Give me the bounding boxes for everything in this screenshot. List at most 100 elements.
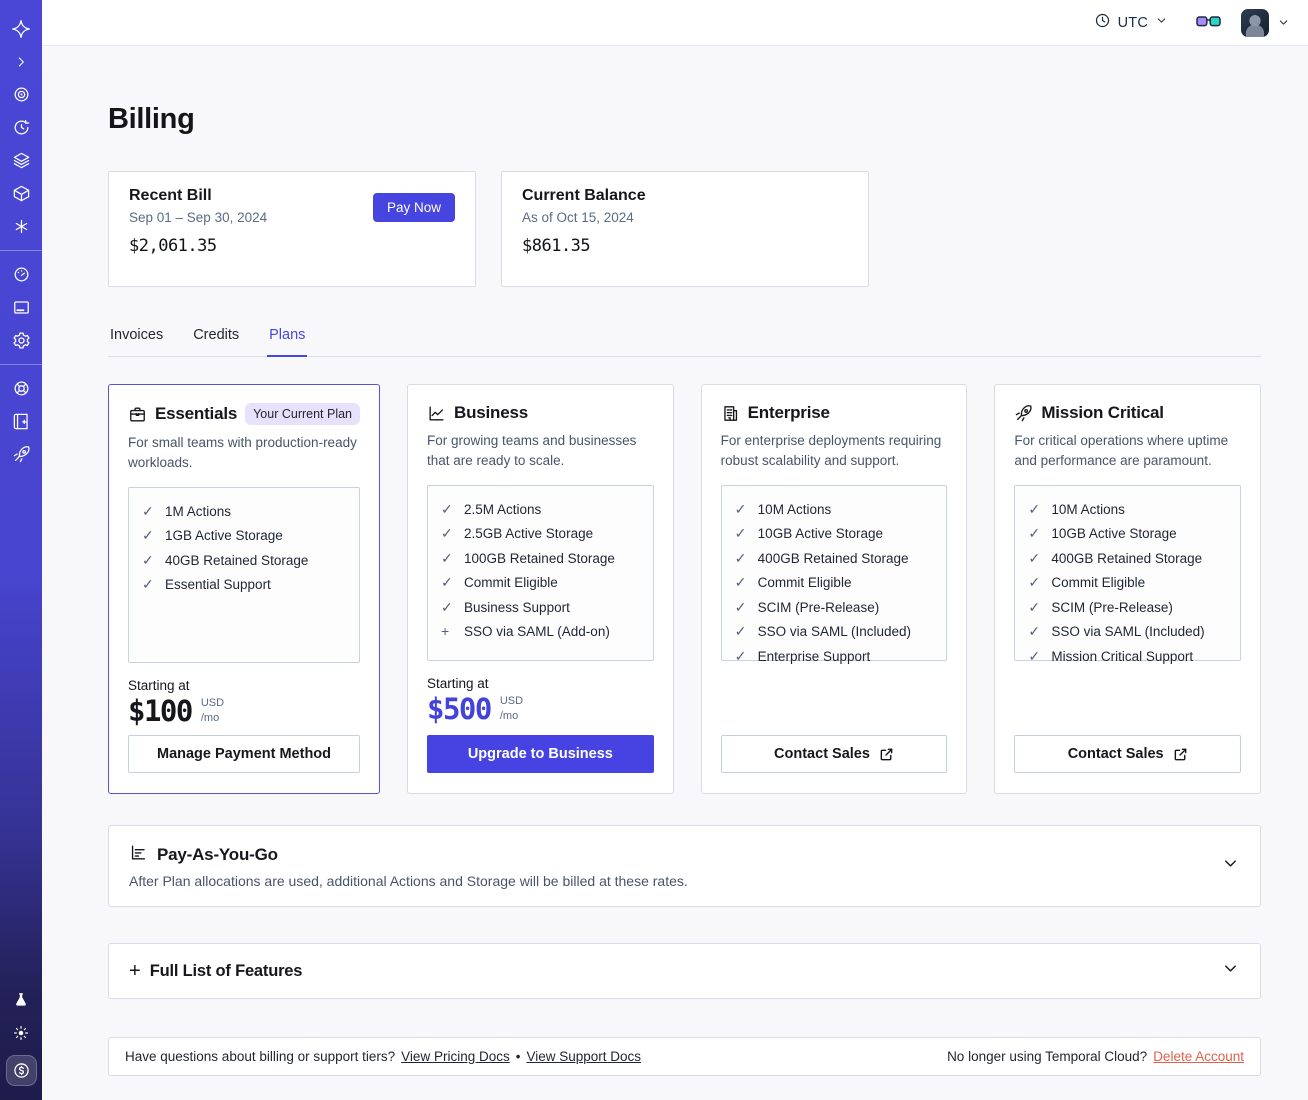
cta-label: Contact Sales <box>1067 746 1164 762</box>
check-icon: ✓ <box>1028 525 1041 541</box>
feature-item: ✓ SSO via SAML (Included) <box>1028 623 1227 640</box>
page-title: Billing <box>108 103 195 135</box>
plus-icon: + <box>441 623 450 639</box>
check-icon: ✓ <box>734 623 747 639</box>
layers-icon[interactable] <box>0 144 42 177</box>
contact-sales-button[interactable]: Contact Sales <box>1014 735 1241 773</box>
feature-text: 400GB Retained Storage <box>1051 550 1203 566</box>
cube-icon[interactable] <box>0 177 42 210</box>
check-icon: ✓ <box>1028 574 1041 590</box>
feature-item: ✓ 400GB Retained Storage <box>735 550 934 567</box>
feature-item: ✓ 100GB Retained Storage <box>441 550 640 567</box>
price-amount: $500 <box>427 691 492 726</box>
feature-item: ✓ Business Support <box>441 599 640 616</box>
chart-line-icon <box>427 404 446 423</box>
feature-item: ✓ Commit Eligible <box>1028 574 1227 591</box>
sidebar-divider <box>0 250 42 251</box>
feature-text: Mission Critical Support <box>1051 648 1194 664</box>
timezone-selector[interactable]: UTC <box>1094 12 1168 34</box>
accordion-description: After Plan allocations are used, additio… <box>129 873 688 889</box>
check-icon: ✓ <box>142 576 154 592</box>
plan-name: Business <box>454 403 529 422</box>
view-pricing-docs-link[interactable]: View Pricing Docs <box>401 1049 510 1064</box>
usage-gauge-icon[interactable] <box>0 258 42 291</box>
nexus-asterisk-icon[interactable] <box>0 210 42 243</box>
feature-item: ✓ 2.5M Actions <box>441 501 640 518</box>
feature-item: ✓ Enterprise Support <box>735 648 934 665</box>
feature-item: ✓ 2.5GB Active Storage <box>441 525 640 542</box>
feature-item: ✓ SCIM (Pre-Release) <box>735 599 934 616</box>
feature-text: SCIM (Pre-Release) <box>757 599 880 615</box>
contact-sales-button[interactable]: Contact Sales <box>720 735 948 773</box>
namespaces-target-icon[interactable] <box>0 78 42 111</box>
accordion-title: Pay-As-You-Go <box>157 845 278 864</box>
rocket-icon[interactable] <box>0 438 42 471</box>
feature-text: SSO via SAML (Included) <box>1051 624 1205 639</box>
billing-dollar-icon-active[interactable] <box>5 1055 37 1086</box>
3d-glasses-icon[interactable] <box>1196 15 1221 30</box>
plan-name: Enterprise <box>747 403 830 422</box>
bar-chart-icon <box>129 843 148 867</box>
external-link-icon <box>1174 748 1186 760</box>
plan-features-box: ✓ 2.5M Actions ✓ 2.5GB Active Storage ✓ 100GB… <box>427 484 654 661</box>
manage-payment-method-button[interactable]: Manage Payment Method <box>128 735 361 773</box>
view-support-docs-link[interactable]: View Support Docs <box>526 1049 641 1064</box>
chevron-down-icon[interactable] <box>1277 16 1290 29</box>
tab-plans[interactable]: Plans <box>267 323 308 357</box>
user-avatar[interactable] <box>1241 8 1269 37</box>
billing-page: Billing Recent Bill Sep 01 – Sep 30, 202… <box>42 46 1308 1076</box>
check-icon: ✓ <box>142 502 154 519</box>
price-currency: USD <box>200 696 225 709</box>
lab-flask-icon[interactable] <box>0 983 42 1016</box>
docs-book-icon[interactable] <box>0 405 42 438</box>
check-icon: ✓ <box>734 500 747 517</box>
check-icon: ✓ <box>1028 623 1041 639</box>
billing-card-icon[interactable] <box>0 291 42 324</box>
plan-description: For small teams with production-ready wo… <box>128 435 357 471</box>
feature-text: Commit Eligible <box>1051 575 1146 590</box>
current-balance-amount: $861.35 <box>522 236 591 256</box>
feature-item: ✓ Commit Eligible <box>735 574 934 591</box>
feature-text: Business Support <box>464 599 570 615</box>
pay-as-you-go-accordion[interactable]: Pay-As-You-Go After Plan allocations are… <box>108 825 1261 907</box>
feature-text: SSO via SAML (Included) <box>757 624 911 639</box>
chevron-down-icon[interactable] <box>1221 854 1240 878</box>
plan-description: For enterprise deployments requiring rob… <box>720 433 942 469</box>
feature-text: 1GB Active Storage <box>165 528 283 543</box>
feature-item: ✓ Mission Critical Support <box>1028 648 1227 665</box>
feature-item: ✓ 40GB Retained Storage <box>142 552 346 569</box>
check-icon: ✓ <box>441 598 453 615</box>
history-clock-icon[interactable] <box>0 111 42 144</box>
delete-account-link[interactable]: Delete Account <box>1153 1049 1244 1064</box>
full-features-accordion[interactable]: + Full List of Features <box>108 943 1261 999</box>
check-icon: ✓ <box>1028 500 1041 517</box>
plan-features-box: ✓ 1M Actions ✓ 1GB Active Storage ✓ 40GB Reta… <box>128 486 361 663</box>
feature-item: ✓ 10M Actions <box>1028 501 1227 518</box>
feature-text: 10GB Active Storage <box>757 526 883 541</box>
theme-sun-icon[interactable] <box>0 1016 42 1049</box>
check-icon: ✓ <box>734 574 747 590</box>
tab-credits[interactable]: Credits <box>191 323 241 356</box>
tab-invoices[interactable]: Invoices <box>108 323 165 356</box>
feature-text: 100GB Retained Storage <box>464 550 615 566</box>
plan-card-business: Business For growing teams and businesse… <box>407 384 674 794</box>
plan-card-mission-critical: Mission Critical For critical operations… <box>994 384 1261 794</box>
check-icon: ✓ <box>734 549 747 566</box>
upgrade-to-business-button[interactable]: Upgrade to Business <box>427 735 654 773</box>
plan-card-essentials: Essentials Your Current Plan For small t… <box>108 384 381 794</box>
feature-item: + SSO via SAML (Add-on) <box>441 623 640 639</box>
chevron-right-icon[interactable] <box>0 45 42 78</box>
chevron-down-icon[interactable] <box>1221 959 1240 983</box>
feature-text: 10M Actions <box>1051 501 1125 517</box>
support-lifebuoy-icon[interactable] <box>0 372 42 405</box>
settings-gear-icon[interactable] <box>0 324 42 357</box>
sidebar-divider <box>0 364 42 365</box>
pay-now-button[interactable]: Pay Now <box>372 193 455 222</box>
price-period: /mo <box>499 709 519 722</box>
temporal-logo-icon[interactable] <box>0 12 42 45</box>
plan-card-enterprise: Enterprise For enterprise deployments re… <box>700 384 968 794</box>
plan-feature-list: ✓ 2.5M Actions ✓ 2.5GB Active Storage ✓ 100GB… <box>441 501 640 640</box>
plan-feature-list: ✓ 10M Actions ✓ 10GB Active Storage ✓ 400GB R… <box>1028 501 1227 665</box>
plan-feature-list: ✓ 1M Actions ✓ 1GB Active Storage ✓ 40GB Reta… <box>142 503 346 594</box>
chevron-down-icon <box>1155 14 1168 32</box>
